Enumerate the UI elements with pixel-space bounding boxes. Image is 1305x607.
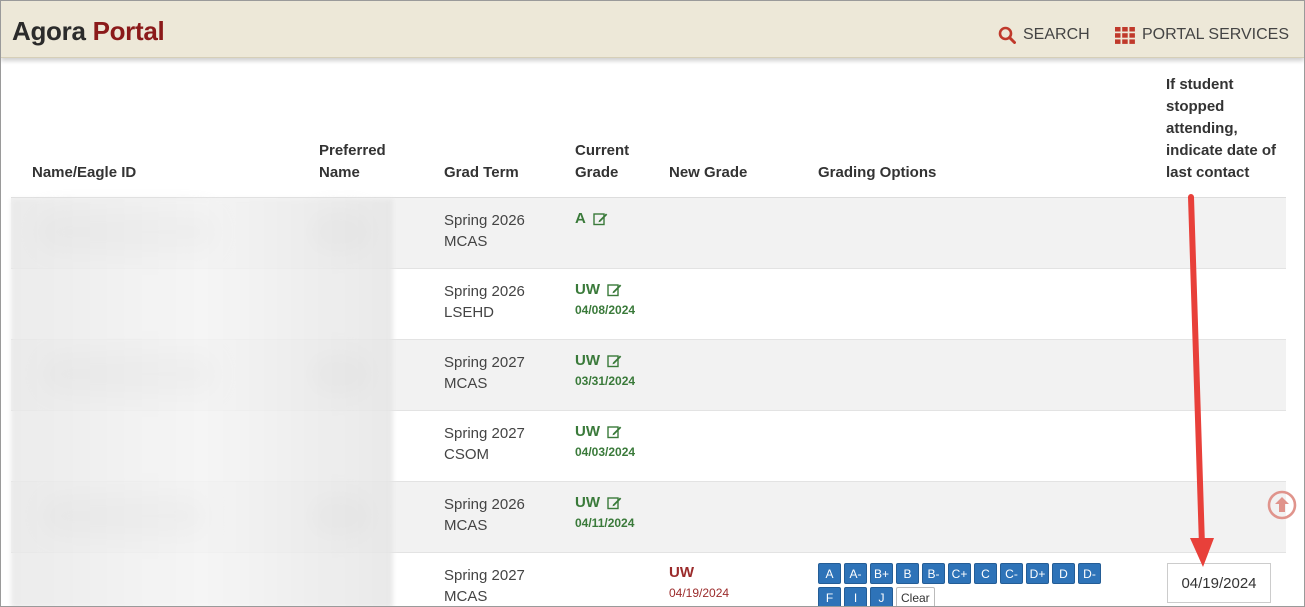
grade-button-c-minus[interactable]: C-: [1000, 563, 1023, 584]
col-last-contact-line2: stopped: [1166, 98, 1225, 115]
col-name: Name/Eagle ID: [32, 164, 137, 181]
edit-icon[interactable]: [593, 212, 608, 226]
logo-text-agora: Agora: [12, 16, 86, 46]
col-last-contact: If student stopped attending, indicate d…: [1166, 74, 1276, 184]
table-header: Name/Eagle ID Preferred Name Grad Term C…: [11, 59, 1286, 198]
col-preferred-line1: Preferred: [319, 142, 386, 159]
search-button[interactable]: SEARCH: [998, 26, 1090, 44]
grad-term-line2: MCAS: [444, 517, 488, 534]
grad-term-line1: Spring 2027: [444, 425, 525, 442]
current-grade: UW 04/11/2024: [575, 494, 634, 530]
current-grade-date: 04/11/2024: [575, 516, 635, 530]
current-grade-date: 04/08/2024: [575, 303, 636, 317]
arrow-up-circle-icon: [1267, 490, 1297, 520]
grad-term-line1: Spring 2027: [444, 567, 525, 584]
grade-button-d-minus[interactable]: D-: [1078, 563, 1101, 584]
grade-button-c[interactable]: C: [974, 563, 997, 584]
portal-services-button[interactable]: PORTAL SERVICES: [1115, 26, 1289, 44]
col-last-contact-line1: If student: [1166, 76, 1234, 93]
scroll-to-top-button[interactable]: [1267, 490, 1297, 525]
new-grade: UW 04/19/2024: [669, 564, 729, 600]
grid-menu-icon: [1115, 26, 1135, 44]
grad-term-line2: MCAS: [444, 375, 488, 392]
grading-options: A A- B+ B B- C+ C C- D+ D D- F I J Clear: [818, 563, 1138, 606]
current-grade-value: UW: [575, 494, 600, 511]
edit-icon[interactable]: [607, 354, 622, 368]
edit-icon[interactable]: [607, 496, 622, 510]
col-current-line1: Current: [575, 142, 630, 159]
current-grade: A: [575, 210, 608, 228]
grad-term-line2: LSEHD: [444, 304, 495, 321]
grad-term: Spring 2027 MCAS: [444, 352, 525, 394]
portal-services-label: PORTAL SERVICES: [1142, 26, 1290, 43]
clear-button[interactable]: Clear: [896, 587, 935, 606]
logo-text-portal: Portal: [92, 16, 165, 46]
grad-term-line2: MCAS: [444, 233, 488, 250]
current-grade-value: A: [575, 210, 586, 227]
col-last-contact-line5: last contact: [1166, 164, 1250, 181]
current-grade: UW 04/08/2024: [575, 281, 635, 317]
grad-term-line1: Spring 2027: [444, 354, 525, 371]
grade-button-a[interactable]: A: [818, 563, 841, 584]
edit-icon[interactable]: [607, 425, 622, 439]
current-grade-value: UW: [575, 352, 600, 369]
grade-button-j[interactable]: J: [870, 587, 893, 606]
grad-term: Spring 2027 MCAS: [444, 565, 525, 606]
col-current-grade: Current Grade: [575, 140, 629, 184]
grad-term: Spring 2026 LSEHD: [444, 281, 525, 323]
grad-term: Spring 2026 MCAS: [444, 210, 525, 252]
new-grade-value: UW: [669, 564, 694, 581]
grad-term-line1: Spring 2026: [444, 212, 525, 229]
grade-button-f[interactable]: F: [818, 587, 841, 606]
search-label: SEARCH: [1023, 26, 1090, 43]
col-grading-options: Grading Options: [818, 164, 937, 181]
grade-button-a-minus[interactable]: A-: [844, 563, 867, 584]
col-new-grade: New Grade: [669, 164, 748, 181]
grad-term-line2: MCAS: [444, 588, 488, 605]
edit-icon[interactable]: [607, 283, 622, 297]
current-grade-date: 04/03/2024: [575, 445, 636, 459]
last-contact-date-input[interactable]: 04/19/2024: [1167, 563, 1271, 603]
grad-term-line1: Spring 2026: [444, 496, 525, 513]
col-preferred-line2: Name: [319, 164, 360, 181]
grade-button-b-plus[interactable]: B+: [870, 563, 893, 584]
grade-button-d[interactable]: D: [1052, 563, 1075, 584]
col-preferred-name: Preferred Name: [319, 140, 386, 184]
col-last-contact-line3: attending,: [1166, 120, 1238, 137]
grad-term: Spring 2027 CSOM: [444, 423, 525, 465]
current-grade-value: UW: [575, 281, 600, 298]
current-grade-value: UW: [575, 423, 600, 440]
grade-button-c-plus[interactable]: C+: [948, 563, 971, 584]
new-grade-date: 04/19/2024: [669, 586, 730, 600]
search-icon: [998, 26, 1016, 44]
current-grade: UW 04/03/2024: [575, 423, 635, 459]
grade-buttons-row1: A A- B+ B B- C+ C C- D+ D D-: [818, 563, 1138, 584]
current-grade-date: 03/31/2024: [575, 374, 636, 388]
grade-buttons-row2: F I J Clear: [818, 587, 1138, 606]
col-current-line2: Grade: [575, 164, 619, 181]
col-last-contact-line4: indicate date of: [1166, 142, 1277, 159]
col-grad-term: Grad Term: [444, 164, 519, 181]
current-grade: UW 03/31/2024: [575, 352, 635, 388]
grade-button-b[interactable]: B: [896, 563, 919, 584]
top-bar: Agora Portal SEARCH PORTAL SERVICES: [1, 1, 1304, 58]
grade-button-b-minus[interactable]: B-: [922, 563, 945, 584]
portal-logo[interactable]: Agora Portal: [12, 16, 165, 47]
grade-button-d-plus[interactable]: D+: [1026, 563, 1049, 584]
grade-button-i[interactable]: I: [844, 587, 867, 606]
grad-term-line2: CSOM: [444, 446, 489, 463]
grad-term: Spring 2026 MCAS: [444, 494, 525, 536]
portal-window: Agora Portal SEARCH PORTAL SERVICES Name…: [0, 0, 1305, 607]
grad-term-line1: Spring 2026: [444, 283, 525, 300]
redacted-names-area: [11, 199, 393, 606]
